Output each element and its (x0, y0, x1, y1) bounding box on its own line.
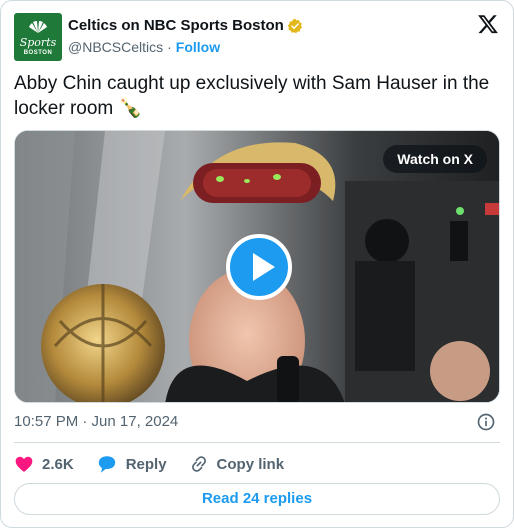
x-logo-icon[interactable] (477, 13, 499, 35)
play-icon[interactable] (226, 234, 292, 300)
read-replies-button[interactable]: Read 24 replies (14, 483, 500, 515)
timestamp[interactable]: 10:57 PM · Jun 17, 2024 (14, 413, 178, 430)
avatar-city-text: BOSTON (23, 50, 53, 56)
heart-icon (15, 456, 33, 472)
like-button[interactable]: 2.6K (14, 454, 74, 474)
video-player[interactable]: Watch on X (14, 130, 500, 403)
avatar[interactable]: Sports BOSTON (14, 13, 62, 61)
verified-badge-icon (287, 18, 302, 33)
tweet-text-content: Abby Chin caught up exclusively with Sam… (14, 73, 490, 119)
tweet-embed-card: Sports BOSTON Celtics on NBC Sports Bost… (0, 0, 514, 528)
display-name[interactable]: Celtics on NBC Sports Boston (68, 16, 303, 35)
reply-button[interactable]: Reply (96, 454, 167, 474)
reply-bubble-icon (98, 456, 115, 473)
avatar-sports-text: Sports (19, 36, 57, 49)
link-icon (191, 456, 206, 472)
action-bar: 2.6K Reply Copy link (14, 452, 306, 476)
like-count: 2.6K (42, 455, 74, 473)
tweet-meta: 10:57 PM · Jun 17, 2024 (14, 412, 500, 432)
handle-row: @NBCSCeltics · Follow (68, 38, 303, 56)
divider (14, 442, 500, 443)
copy-link-label: Copy link (216, 455, 285, 473)
display-name-text[interactable]: Celtics on NBC Sports Boston (68, 16, 284, 35)
info-icon[interactable] (476, 412, 496, 432)
separator-dot: · (167, 39, 172, 55)
account-handle[interactable]: @NBCSCeltics (68, 38, 163, 56)
reply-label: Reply (125, 455, 167, 473)
copy-link-button[interactable]: Copy link (189, 454, 285, 474)
tweet-text: Abby Chin caught up exclusively with Sam… (14, 71, 502, 121)
tweet-header: Sports BOSTON Celtics on NBC Sports Bost… (14, 13, 500, 61)
watch-on-x-button[interactable]: Watch on X (383, 145, 487, 173)
follow-button[interactable]: Follow (176, 38, 220, 56)
account-names: Celtics on NBC Sports Boston @NBCSCeltic… (68, 16, 303, 56)
